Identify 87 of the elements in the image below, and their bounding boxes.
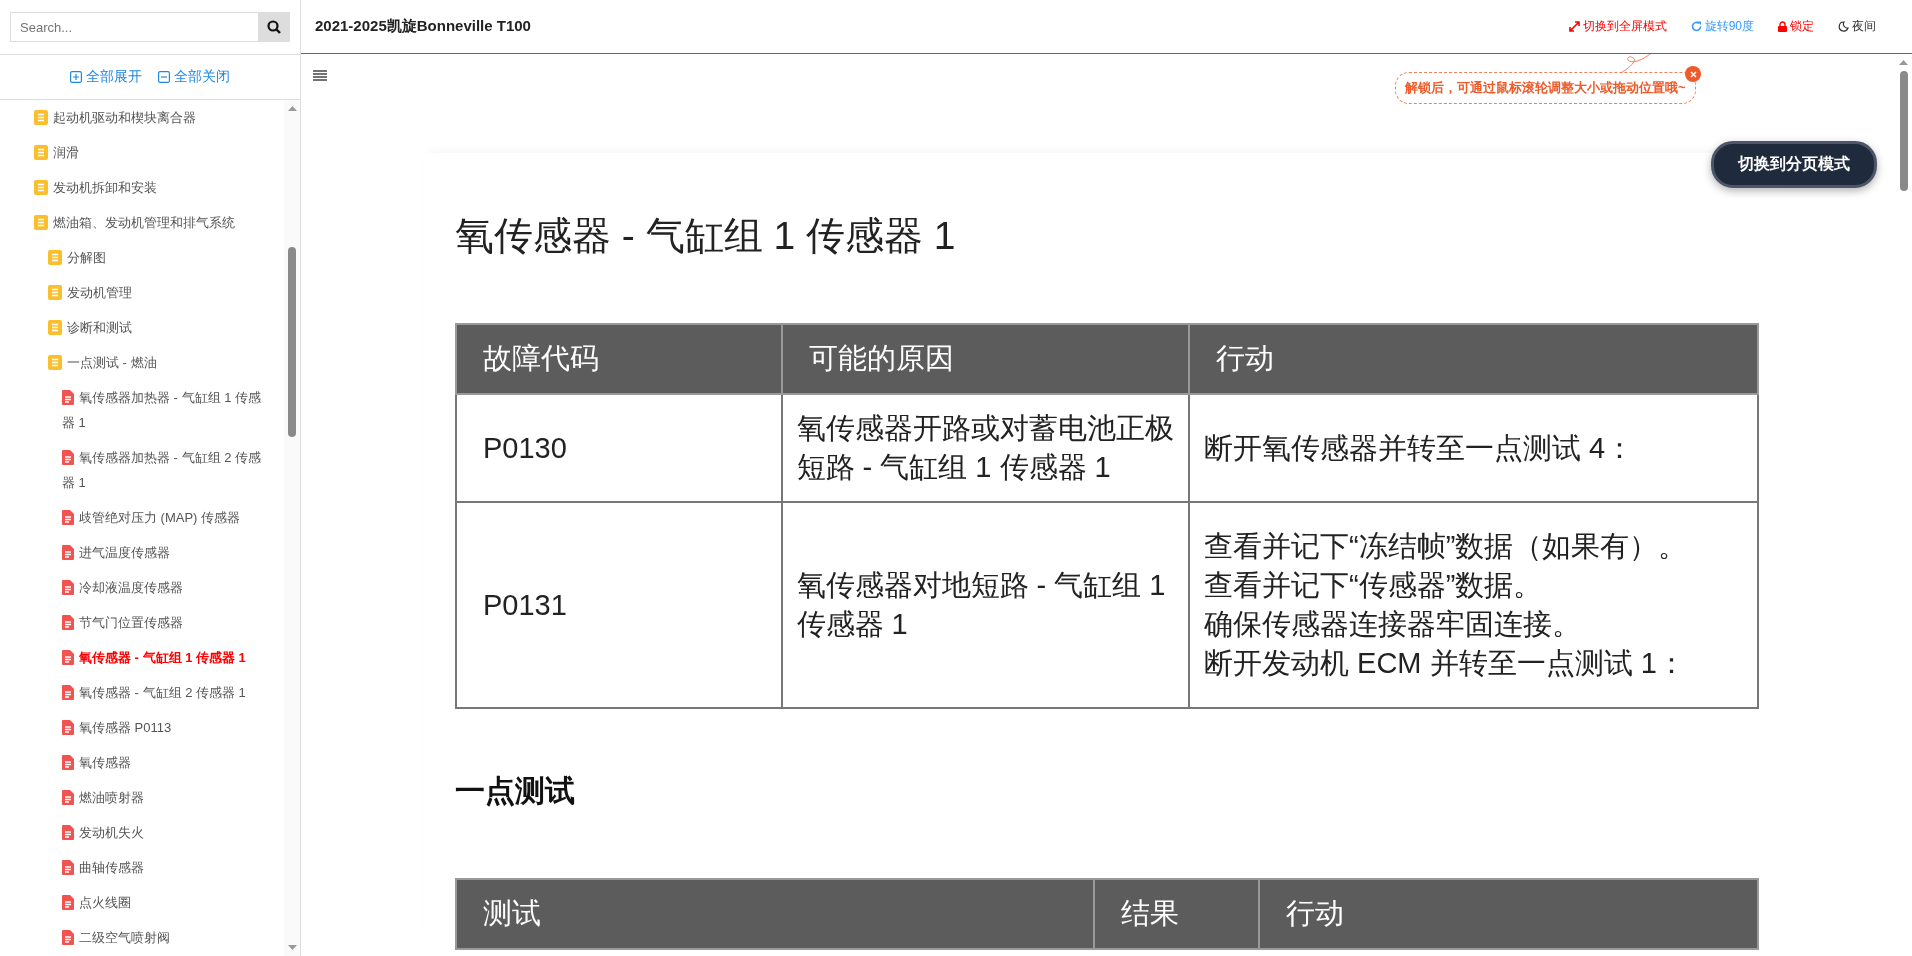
- file-icon: [62, 545, 74, 560]
- moon-icon: [1838, 21, 1849, 32]
- column-header: 结果: [1093, 879, 1260, 949]
- table-cell-line: 断开发动机 ECM 并转至一点测试 1：: [1204, 646, 1687, 681]
- minus-box-icon: [158, 71, 170, 83]
- file-icon: [62, 685, 74, 700]
- toolbar-link[interactable]: 切换到全屏模式: [1568, 18, 1667, 35]
- scroll-thumb[interactable]: [288, 247, 296, 437]
- document-icon: [34, 145, 48, 160]
- tree-item[interactable]: 发动机失火: [0, 815, 284, 850]
- page-heading: 氧传感器 - 气缸组 1 传感器 1: [455, 213, 956, 259]
- tree-item[interactable]: 氧传感器 - 气缸组 1 传感器 1: [0, 640, 284, 675]
- table-cell: 断开氧传感器并转至一点测试 4：: [1189, 394, 1758, 502]
- tree-item[interactable]: 歧管绝对压力 (MAP) 传感器: [0, 500, 284, 535]
- plus-box-icon: [70, 71, 82, 83]
- close-icon: [1689, 70, 1697, 78]
- tree-item[interactable]: 氧传感器加热器 - 气缸组 2 传感器 1: [0, 440, 284, 500]
- column-header: 故障代码: [456, 324, 782, 394]
- search-field[interactable]: Search...: [10, 12, 258, 42]
- document-icon: [48, 250, 62, 265]
- document-icon: [48, 285, 62, 300]
- tree-item[interactable]: 氧传感器: [0, 745, 284, 780]
- search-button[interactable]: [258, 12, 290, 42]
- page-mode-button[interactable]: 切换到分页模式: [1711, 141, 1877, 188]
- table-cell-line: 查看并记下“传感器”数据。: [1204, 568, 1544, 603]
- tree-item[interactable]: 氧传感器加热器 - 气缸组 1 传感器 1: [0, 380, 284, 440]
- table-cell: P0130: [456, 394, 782, 502]
- file-icon: [62, 790, 74, 805]
- file-icon: [62, 450, 74, 465]
- tree-item[interactable]: 曲轴传感器: [0, 850, 284, 885]
- lock-icon: [1778, 21, 1787, 32]
- tree-item[interactable]: 进气温度传感器: [0, 535, 284, 570]
- section-heading: 一点测试: [455, 773, 576, 809]
- toolbar-link[interactable]: 锁定: [1778, 18, 1814, 35]
- tree-item[interactable]: 发动机管理: [0, 275, 284, 310]
- tree-item[interactable]: 二级空气喷射阀: [0, 920, 284, 955]
- tree-item[interactable]: 分解图: [0, 240, 284, 275]
- column-header: 行动: [1189, 324, 1758, 394]
- tree-item[interactable]: 润滑: [0, 135, 284, 170]
- file-icon: [62, 510, 74, 525]
- expand-all-link[interactable]: 全部展开: [70, 68, 142, 86]
- scroll-up-icon: [1899, 60, 1908, 65]
- file-icon: [62, 615, 74, 630]
- scroll-down-icon: [287, 945, 297, 950]
- menu-icon[interactable]: [313, 70, 327, 81]
- search-icon: [267, 20, 281, 34]
- tree-item[interactable]: 诊断和测试: [0, 310, 284, 345]
- table-cell: P0131: [456, 502, 782, 708]
- column-header: 行动: [1259, 879, 1758, 949]
- table-cell: 氧传感器对地短路 - 气缸组 1 传感器 1: [781, 502, 1189, 708]
- file-icon: [62, 825, 74, 840]
- file-icon: [62, 580, 74, 595]
- file-icon: [62, 895, 74, 910]
- expand-icon: [1568, 21, 1580, 32]
- tree-item[interactable]: 发动机拆卸和安装: [0, 170, 284, 205]
- tree-item[interactable]: 一点测试 - 燃油: [0, 345, 284, 380]
- column-header: 可能的原因: [781, 324, 1189, 394]
- collapse-all-link[interactable]: 全部关闭: [158, 68, 230, 86]
- document-icon: [34, 110, 48, 125]
- tree-item[interactable]: 氧传感器 P0113: [0, 710, 284, 745]
- document-icon: [34, 215, 48, 230]
- tree-item[interactable]: 起动机驱动和楔块离合器: [0, 100, 284, 135]
- file-icon: [62, 755, 74, 770]
- file-icon: [62, 390, 74, 405]
- file-icon: [62, 650, 74, 665]
- tree-item[interactable]: 氧传感器 - 气缸组 2 传感器 1: [0, 675, 284, 710]
- rotate-icon: [1690, 21, 1702, 32]
- file-icon: [62, 930, 74, 945]
- table-cell-line: 查看并记下“冻结帧”数据（如果有）。: [1204, 529, 1689, 564]
- scroll-up-icon: [287, 106, 297, 111]
- tree-item[interactable]: 燃油喷射器: [0, 780, 284, 815]
- file-icon: [62, 860, 74, 875]
- table-cell: 氧传感器开路或对蓄电池正极短路 - 气缸组 1 传感器 1: [781, 394, 1189, 502]
- file-icon: [62, 720, 74, 735]
- tree-item[interactable]: 燃油箱、发动机管理和排气系统: [0, 205, 284, 240]
- tree-item[interactable]: 冷却液温度传感器: [0, 570, 284, 605]
- document-icon: [34, 180, 48, 195]
- document-icon: [48, 355, 62, 370]
- scroll-thumb[interactable]: [1899, 71, 1908, 191]
- column-header: 测试: [456, 879, 1094, 949]
- tree-item[interactable]: 点火线圈: [0, 885, 284, 920]
- tree-item[interactable]: 节气门位置传感器: [0, 605, 284, 640]
- document-icon: [48, 320, 62, 335]
- close-button[interactable]: [1685, 66, 1701, 82]
- toolbar-link[interactable]: 夜间: [1838, 18, 1876, 35]
- document-title: 2021-2025凯旋Bonneville T100: [315, 17, 531, 36]
- table-cell-line: 确保传感器连接器牢固连接。: [1204, 607, 1582, 642]
